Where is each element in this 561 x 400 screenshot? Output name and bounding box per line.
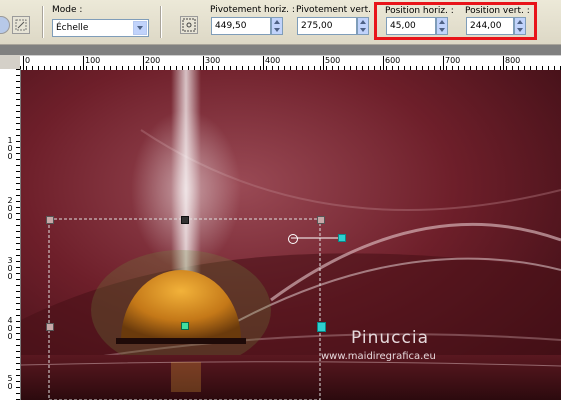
pivot-v-label: Pivotement vert. : bbox=[296, 5, 377, 15]
ruler-label: 400 bbox=[7, 316, 13, 341]
handle-mid-right[interactable] bbox=[317, 322, 326, 332]
handle-top-right[interactable] bbox=[317, 216, 325, 224]
mode-select[interactable]: Échelle bbox=[52, 19, 149, 37]
pivot-h-label: Pivotement horiz. : bbox=[210, 5, 295, 15]
mode-label: Mode : bbox=[52, 5, 83, 15]
ruler-label: 100 bbox=[85, 56, 101, 65]
position-highlight-box bbox=[374, 2, 537, 40]
ruler-tick bbox=[203, 56, 204, 70]
ruler-label: 300 bbox=[7, 256, 13, 281]
handle-top-mid[interactable] bbox=[181, 216, 189, 224]
watermark-title: Pinuccia bbox=[351, 328, 429, 348]
toolbar-separator bbox=[160, 6, 162, 38]
handle-mid-left[interactable] bbox=[46, 323, 54, 331]
vertical-ruler: 100 200 300 400 50 bbox=[0, 69, 21, 400]
pivot-point[interactable] bbox=[181, 322, 189, 330]
ruler-tick bbox=[83, 56, 84, 70]
ruler-tick bbox=[323, 56, 324, 70]
pivot-v-value: 275,00 bbox=[301, 21, 333, 31]
ruler-label: 700 bbox=[445, 56, 461, 65]
move-tool-icon[interactable] bbox=[0, 16, 10, 34]
ruler-label: 100 bbox=[7, 136, 13, 161]
pivot-v-stepper[interactable] bbox=[357, 17, 369, 35]
rotate-handle[interactable] bbox=[288, 234, 298, 244]
ruler-label: 50 bbox=[7, 374, 13, 391]
ruler-tick bbox=[263, 56, 264, 70]
toolbar-separator bbox=[42, 6, 44, 38]
ruler-tick bbox=[143, 56, 144, 70]
rotate-target-handle[interactable] bbox=[338, 234, 346, 242]
pivot-h-field[interactable]: 449,50 bbox=[211, 17, 271, 35]
ruler-label: 600 bbox=[385, 56, 401, 65]
ruler-tick bbox=[23, 56, 24, 70]
deform-tool-icon[interactable] bbox=[12, 16, 30, 34]
ruler-label: 300 bbox=[205, 56, 221, 65]
ruler-corner bbox=[0, 55, 20, 69]
ruler-label: 200 bbox=[145, 56, 161, 65]
mode-select-value: Échelle bbox=[56, 23, 89, 33]
pivot-h-value: 449,50 bbox=[215, 21, 247, 31]
ruler-label: 0 bbox=[25, 56, 31, 65]
ruler-tick bbox=[383, 56, 384, 70]
watermark-url: www.maidiregrafica.eu bbox=[321, 351, 436, 362]
toolbar: Mode : Échelle Pivotement horiz. : 449,5… bbox=[0, 0, 561, 45]
horizontal-ruler: 0 100 200 300 400 500 600 700 800 bbox=[20, 55, 561, 71]
ruler-tick bbox=[443, 56, 444, 70]
chevron-down-icon[interactable] bbox=[133, 21, 147, 35]
ruler-label: 800 bbox=[505, 56, 521, 65]
crosshair-icon[interactable] bbox=[180, 16, 198, 34]
ruler-label: 500 bbox=[325, 56, 341, 65]
ruler-label: 400 bbox=[265, 56, 281, 65]
pivot-v-field[interactable]: 275,00 bbox=[297, 17, 357, 35]
pivot-h-stepper[interactable] bbox=[271, 17, 283, 35]
handle-top-left[interactable] bbox=[46, 216, 54, 224]
document-title-bar bbox=[0, 45, 561, 55]
image-canvas[interactable]: Pinuccia www.maidiregrafica.eu bbox=[21, 70, 561, 400]
ruler-tick bbox=[503, 56, 504, 70]
ruler-label: 200 bbox=[7, 196, 13, 221]
